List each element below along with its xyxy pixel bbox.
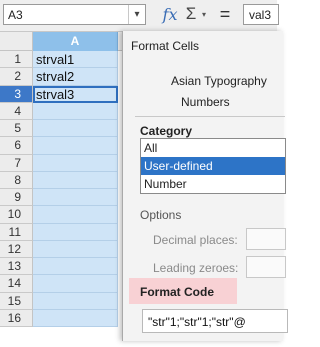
format-code-input[interactable]: "str"1;"str"1;"str"@ (142, 309, 288, 333)
formula-input-value: val3 (249, 8, 272, 22)
row-header[interactable]: 11 (0, 223, 33, 241)
row-header[interactable]: 8 (0, 171, 33, 189)
cell-a13[interactable] (33, 258, 118, 276)
dialog-title: Format Cells (131, 39, 200, 53)
name-box[interactable]: A3 ▾ (3, 4, 146, 25)
cell-a1[interactable]: strval1 (33, 51, 118, 69)
category-label: Category (140, 124, 193, 138)
cell-a8[interactable] (33, 171, 118, 189)
row-header[interactable]: 6 (0, 137, 33, 155)
category-item-user-defined[interactable]: User-defined (141, 157, 285, 175)
select-all-corner[interactable] (0, 32, 33, 51)
decimal-places-field[interactable] (246, 228, 286, 250)
column-header-a[interactable]: A (33, 32, 118, 51)
row-header[interactable]: 9 (0, 189, 33, 207)
cell-a14[interactable] (33, 275, 118, 293)
row-header[interactable]: 4 (0, 102, 33, 120)
sum-icon[interactable]: Σ (184, 3, 198, 25)
formula-icon[interactable]: = (218, 3, 232, 25)
sum-dropdown-icon[interactable]: ▾ (199, 3, 209, 25)
tab-asian-typography[interactable]: Asian Typography (171, 74, 267, 88)
row-header[interactable]: 13 (0, 258, 33, 276)
row-header[interactable]: 7 (0, 154, 33, 172)
format-code-label: Format Code (140, 285, 215, 299)
category-item-all[interactable]: All (141, 139, 285, 157)
category-item-number[interactable]: Number (141, 175, 285, 193)
function-wizard-icon[interactable]: fx (160, 3, 180, 25)
cell-a11[interactable] (33, 223, 118, 241)
row-header[interactable]: 5 (0, 120, 33, 138)
decimal-places-label: Decimal places: (153, 233, 238, 247)
row-header[interactable]: 2 (0, 68, 33, 86)
options-label: Options (140, 208, 182, 222)
chevron-down-icon[interactable]: ▾ (128, 5, 145, 24)
column-a-cells: strval1 strval2 strval3 (33, 51, 118, 327)
cell-a12[interactable] (33, 240, 118, 258)
format-code-value: "str"1;"str"1;"str"@ (148, 315, 246, 329)
row-header[interactable]: 16 (0, 309, 33, 327)
formula-bar: A3 ▾ fx Σ ▾ = val3 (0, 0, 279, 32)
cell-a16[interactable] (33, 309, 118, 327)
cell-a4[interactable] (33, 102, 118, 120)
cell-a9[interactable] (33, 189, 118, 207)
category-list[interactable]: All User-defined Number (140, 138, 286, 194)
cell-a3[interactable]: strval3 (33, 85, 118, 103)
format-cells-dialog: Format Cells Asian Typography Numbers Ca… (122, 31, 288, 341)
row-header[interactable]: 1 (0, 51, 33, 69)
row-header[interactable]: 3 (0, 85, 33, 103)
leading-zeroes-field[interactable] (246, 256, 286, 278)
row-header[interactable]: 14 (0, 275, 33, 293)
name-box-value: A3 (8, 8, 23, 22)
row-header[interactable]: 10 (0, 206, 33, 224)
cell-a15[interactable] (33, 292, 118, 310)
tab-numbers[interactable]: Numbers (181, 95, 230, 109)
formula-input[interactable]: val3 (243, 4, 279, 25)
cell-a6[interactable] (33, 137, 118, 155)
cell-a2[interactable]: strval2 (33, 68, 118, 86)
cell-a10[interactable] (33, 206, 118, 224)
cell-a7[interactable] (33, 154, 118, 172)
leading-zeroes-label: Leading zeroes: (153, 261, 239, 275)
row-header[interactable]: 15 (0, 292, 33, 310)
row-header[interactable]: 12 (0, 240, 33, 258)
cell-a5[interactable] (33, 120, 118, 138)
row-headers: 1 2 3 4 5 6 7 8 9 10 11 12 13 14 15 16 (0, 51, 33, 327)
